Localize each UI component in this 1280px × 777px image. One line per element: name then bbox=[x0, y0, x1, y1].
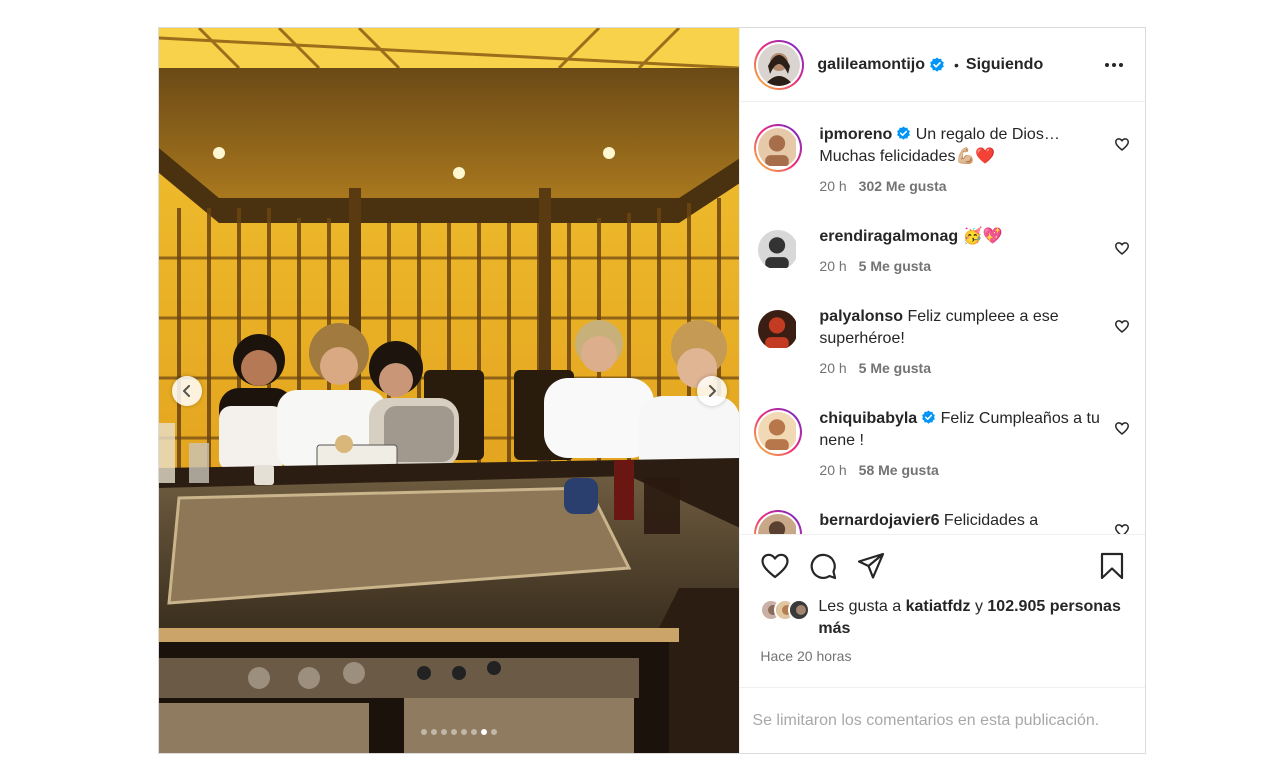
likes-conjunction: y bbox=[974, 598, 983, 615]
carousel-dot bbox=[421, 729, 428, 735]
comment-like-button[interactable] bbox=[1115, 138, 1129, 156]
carousel-next-button[interactable] bbox=[697, 376, 727, 406]
carousel-dot bbox=[431, 729, 438, 735]
header-separator: • bbox=[953, 56, 959, 73]
save-button[interactable] bbox=[1100, 552, 1124, 580]
commenter-avatar[interactable] bbox=[754, 226, 802, 274]
carousel-dot bbox=[491, 729, 498, 735]
post-header: galileamontijo • Siguiendo bbox=[740, 28, 1145, 102]
author-avatar[interactable] bbox=[754, 39, 805, 90]
comment-username[interactable]: chiquibabyla bbox=[819, 410, 917, 427]
following-button[interactable]: Siguiendo bbox=[966, 56, 1043, 74]
comment-username[interactable]: palyalonso bbox=[819, 308, 903, 325]
comment-like-button[interactable] bbox=[1115, 524, 1129, 534]
carousel-indicator bbox=[159, 729, 739, 735]
comment-meta: 20 h 302 Me gusta bbox=[819, 175, 1101, 197]
comment-username[interactable]: ipmoreno bbox=[819, 126, 892, 143]
liker-username[interactable]: katiatfdz bbox=[906, 598, 971, 615]
comment-item: erendiragalmonag 🥳💖 20 h 5 Me gusta bbox=[754, 226, 1131, 277]
post-timestamp[interactable]: Hace 20 horas bbox=[740, 648, 1145, 664]
liker-avatars[interactable] bbox=[760, 599, 811, 621]
share-button[interactable] bbox=[857, 552, 885, 580]
liker-avatar bbox=[788, 599, 811, 621]
chevron-left-icon bbox=[183, 385, 190, 397]
carousel-dot bbox=[451, 729, 458, 735]
comment-time[interactable]: 20 h bbox=[819, 258, 846, 274]
heart-icon bbox=[1115, 524, 1129, 534]
comment-likes[interactable]: 5 Me gusta bbox=[859, 258, 931, 274]
comment-body: chiquibabyla Feliz Cumpleaños a tu nene … bbox=[819, 408, 1131, 481]
verified-badge-icon bbox=[930, 57, 944, 72]
comment-like-button[interactable] bbox=[1115, 242, 1129, 260]
comment-body: palyalonso Feliz cumpleee a ese superhér… bbox=[819, 306, 1131, 379]
comment-meta: 20 h 5 Me gusta bbox=[819, 255, 1101, 277]
verified-badge-icon bbox=[897, 126, 911, 140]
post-actions bbox=[740, 534, 1145, 596]
like-button[interactable] bbox=[761, 553, 790, 579]
post-side-panel: galileamontijo • Siguiendo ipmoreno Un r… bbox=[739, 28, 1145, 753]
commenter-avatar[interactable] bbox=[754, 408, 803, 456]
comment-item: chiquibabyla Feliz Cumpleaños a tu nene … bbox=[754, 408, 1131, 481]
heart-icon bbox=[761, 553, 790, 578]
carousel-prev-button[interactable] bbox=[172, 376, 202, 406]
likes-prefix: Les gusta a bbox=[818, 598, 902, 615]
comment-likes[interactable]: 58 Me gusta bbox=[859, 462, 939, 478]
comment-button[interactable] bbox=[809, 552, 837, 580]
comment-item: ipmoreno Un regalo de Dios… Muchas felic… bbox=[754, 124, 1131, 197]
comment-username[interactable]: bernardojavier6 bbox=[819, 512, 939, 529]
comment-body: bernardojavier6 Felicidades a bbox=[819, 510, 1131, 534]
comment-likes[interactable]: 302 Me gusta bbox=[859, 178, 947, 194]
carousel-dot bbox=[441, 729, 448, 735]
author-avatar-image bbox=[758, 43, 801, 86]
photo-scene bbox=[159, 28, 740, 753]
heart-icon bbox=[1115, 320, 1129, 333]
commenter-avatar[interactable] bbox=[754, 510, 803, 534]
carousel-dot bbox=[461, 729, 468, 735]
comment-time[interactable]: 20 h bbox=[819, 462, 846, 478]
comment-icon bbox=[811, 553, 837, 579]
commenter-avatar[interactable] bbox=[754, 306, 802, 354]
send-icon bbox=[858, 552, 885, 579]
post-photo[interactable] bbox=[159, 28, 740, 753]
comment-body: erendiragalmonag 🥳💖 20 h 5 Me gusta bbox=[819, 226, 1131, 277]
comments-list[interactable]: ipmoreno Un regalo de Dios… Muchas felic… bbox=[740, 102, 1145, 534]
carousel-dot bbox=[481, 729, 488, 735]
likes-text: Les gusta a katiatfdz y 102.905 personas… bbox=[818, 596, 1131, 640]
comment-time[interactable]: 20 h bbox=[819, 360, 846, 376]
more-options-icon[interactable] bbox=[1105, 62, 1123, 67]
comment-time[interactable]: 20 h bbox=[819, 178, 846, 194]
heart-icon bbox=[1115, 242, 1129, 255]
comment-like-button[interactable] bbox=[1115, 320, 1129, 338]
chevron-right-icon bbox=[709, 385, 716, 397]
comment-likes[interactable]: 5 Me gusta bbox=[859, 360, 931, 376]
heart-icon bbox=[1115, 138, 1129, 151]
comment-meta: 20 h 5 Me gusta bbox=[819, 357, 1101, 379]
comment-text: Felicidades a bbox=[943, 512, 1039, 529]
comments-limited-notice: Se limitaron los comentarios en esta pub… bbox=[740, 687, 1145, 753]
comment-item: palyalonso Feliz cumpleee a ese superhér… bbox=[754, 306, 1131, 379]
author-username[interactable]: galileamontijo bbox=[817, 56, 925, 74]
heart-icon bbox=[1115, 422, 1129, 435]
comment-item: bernardojavier6 Felicidades a bbox=[754, 510, 1131, 534]
commenter-avatar[interactable] bbox=[754, 124, 803, 172]
comment-username[interactable]: erendiragalmonag bbox=[819, 228, 958, 245]
verified-badge-icon bbox=[922, 410, 936, 424]
comment-meta: 20 h 58 Me gusta bbox=[819, 459, 1101, 481]
comment-body: ipmoreno Un regalo de Dios… Muchas felic… bbox=[819, 124, 1131, 197]
comment-like-button[interactable] bbox=[1115, 422, 1129, 440]
comment-text: 🥳💖 bbox=[962, 228, 1003, 245]
bookmark-icon bbox=[1100, 552, 1124, 579]
likes-summary: Les gusta a katiatfdz y 102.905 personas… bbox=[740, 596, 1145, 640]
carousel-dot bbox=[471, 729, 478, 735]
likes-count[interactable]: 102.905 bbox=[987, 598, 1045, 615]
instagram-post: galileamontijo • Siguiendo ipmoreno Un r… bbox=[158, 27, 1146, 754]
